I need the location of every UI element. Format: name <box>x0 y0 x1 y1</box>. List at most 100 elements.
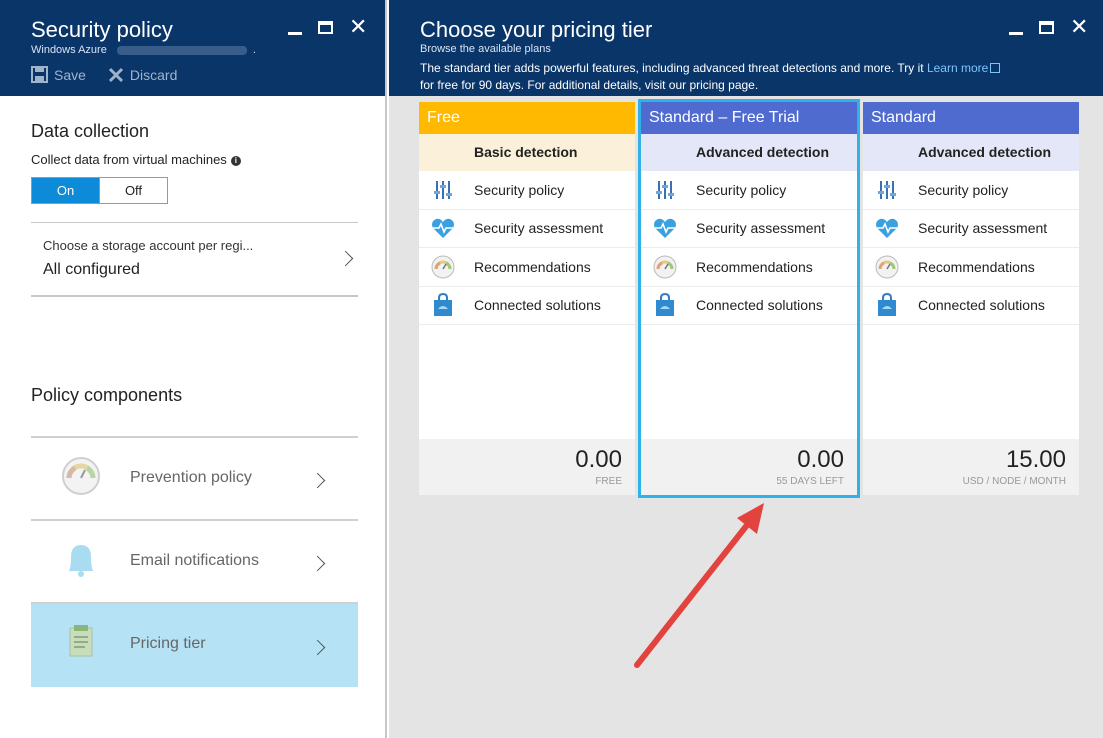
feature-row: Recommendations <box>863 248 1079 287</box>
feature-label: Connected solutions <box>918 297 1045 314</box>
tier-name: Standard – Free Trial <box>641 102 857 134</box>
shopping-bag-icon <box>863 293 910 317</box>
security-policy-blade: Security policy Windows Azure. ✕ Save Di… <box>0 0 387 738</box>
tier-card-1[interactable]: Standard – Free Trial Advanced detection S… <box>638 99 860 498</box>
shopping-bag-icon <box>419 293 466 317</box>
info-icon[interactable]: i <box>230 156 241 166</box>
tier-price-unit: USD / NODE / MONTH <box>962 476 1066 487</box>
detection-swatch <box>863 134 910 171</box>
feature-label: Security assessment <box>696 220 826 237</box>
discard-icon <box>108 67 123 82</box>
clipboard-icon <box>69 625 93 657</box>
feature-row: Security policy <box>863 171 1079 210</box>
chevron-right-icon <box>337 250 354 267</box>
blade-title: Security policy <box>31 17 173 42</box>
description-text-2: for free for 90 days. For additional det… <box>420 78 759 92</box>
close-icon[interactable]: ✕ <box>1070 16 1088 38</box>
save-label: Save <box>54 66 86 83</box>
feature-label: Security assessment <box>918 220 1048 237</box>
save-icon <box>31 66 48 83</box>
gauge-icon <box>62 457 100 495</box>
feature-row: Recommendations <box>641 248 857 287</box>
feature-label: Recommendations <box>918 258 1035 275</box>
gauge-icon <box>863 255 910 279</box>
save-button[interactable]: Save <box>31 66 86 83</box>
toggle-off[interactable]: Off <box>99 178 167 203</box>
subtitle-suffix: . <box>252 44 256 56</box>
tier-price-unit: 55 DAYS LEFT <box>776 476 844 487</box>
chevron-right-icon <box>309 472 326 489</box>
discard-button[interactable]: Discard <box>108 66 177 83</box>
close-icon[interactable]: ✕ <box>349 16 367 38</box>
redacted-subscription-id <box>116 45 247 55</box>
heart-pulse-icon <box>641 217 688 239</box>
learn-more-link[interactable]: Learn more <box>926 61 1001 75</box>
window-controls: ✕ <box>288 16 367 38</box>
maximize-icon[interactable] <box>1039 20 1054 34</box>
pricing-tier-blade: Choose your pricing tier Browse the avai… <box>389 0 1103 738</box>
blade-header: Security policy Windows Azure. ✕ Save Di… <box>0 0 385 96</box>
feature-row: Connected solutions <box>419 287 635 325</box>
tier-detection-level: Advanced detection <box>641 134 857 171</box>
feature-label: Recommendations <box>696 258 813 275</box>
tier-description: The standard tier adds powerful features… <box>420 60 1080 94</box>
shopping-bag-icon <box>641 293 688 317</box>
command-bar: Save Discard <box>31 66 177 83</box>
prevention-policy-label: Prevention policy <box>130 469 252 486</box>
collect-data-label: Collect data from virtual machines i <box>31 152 241 167</box>
minimize-icon[interactable] <box>1009 31 1023 35</box>
storage-account-row[interactable]: Choose a storage account per regi... All… <box>31 222 358 297</box>
tier-price-footer: 15.00 USD / NODE / MONTH <box>863 439 1079 495</box>
tier-name: Free <box>419 102 635 134</box>
blade-subtitle: Browse the available plans <box>420 43 551 55</box>
detection-label: Basic detection <box>466 134 635 171</box>
window-controls: ✕ <box>1009 16 1088 38</box>
tier-price: 0.00 <box>575 446 622 473</box>
bell-icon <box>69 545 93 577</box>
external-link-icon <box>990 63 1001 73</box>
toggle-on[interactable]: On <box>32 178 99 203</box>
feature-row: Security assessment <box>863 210 1079 248</box>
subscription-name: Windows Azure <box>31 44 107 56</box>
detection-label: Advanced detection <box>910 134 1079 171</box>
tier-card-0[interactable]: Free Basic detection Security policy Securi… <box>419 102 635 495</box>
pricing-tier-label: Pricing tier <box>130 635 206 652</box>
learn-more-text: Learn more <box>926 61 989 75</box>
storage-account-value: All configured <box>43 261 140 278</box>
gauge-icon <box>419 255 466 279</box>
gauge-icon <box>641 255 688 279</box>
feature-row: Security assessment <box>419 210 635 248</box>
tier-detection-level: Basic detection <box>419 134 635 171</box>
tier-detection-level: Advanced detection <box>863 134 1079 171</box>
feature-row: Security policy <box>419 171 635 210</box>
blade-title: Choose your pricing tier <box>420 17 653 42</box>
chevron-right-icon <box>309 639 326 656</box>
tier-price: 0.00 <box>797 446 844 473</box>
description-text: The standard tier adds powerful features… <box>420 61 927 75</box>
feature-label: Security policy <box>696 181 787 198</box>
chevron-right-icon <box>309 555 326 572</box>
email-notifications-label: Email notifications <box>130 552 259 569</box>
blade-header: Choose your pricing tier Browse the avai… <box>389 0 1103 96</box>
sliders-icon <box>863 179 910 201</box>
tier-price-unit: FREE <box>595 476 622 487</box>
feature-label: Recommendations <box>474 258 591 275</box>
discard-label: Discard <box>129 66 178 83</box>
sliders-icon <box>641 179 688 201</box>
feature-label: Security policy <box>918 181 1009 198</box>
feature-label: Security assessment <box>474 220 604 237</box>
storage-account-label: Choose a storage account per regi... <box>43 238 254 253</box>
tier-card-2[interactable]: Standard Advanced detection Security polic… <box>863 102 1079 495</box>
maximize-icon[interactable] <box>318 20 333 34</box>
email-notifications-item[interactable]: Email notifications <box>31 519 358 602</box>
collect-data-text: Collect data from virtual machines <box>31 152 227 167</box>
tier-price-footer: 0.00 FREE <box>419 439 635 495</box>
minimize-icon[interactable] <box>288 31 302 35</box>
prevention-policy-item[interactable]: Prevention policy <box>31 436 358 519</box>
tier-price: 15.00 <box>1005 446 1066 473</box>
pricing-tier-item[interactable]: Pricing tier <box>31 602 358 687</box>
data-collection-toggle[interactable]: On Off <box>31 177 168 204</box>
feature-row: Security assessment <box>641 210 857 248</box>
heart-pulse-icon <box>863 217 910 239</box>
feature-label: Connected solutions <box>474 297 601 314</box>
